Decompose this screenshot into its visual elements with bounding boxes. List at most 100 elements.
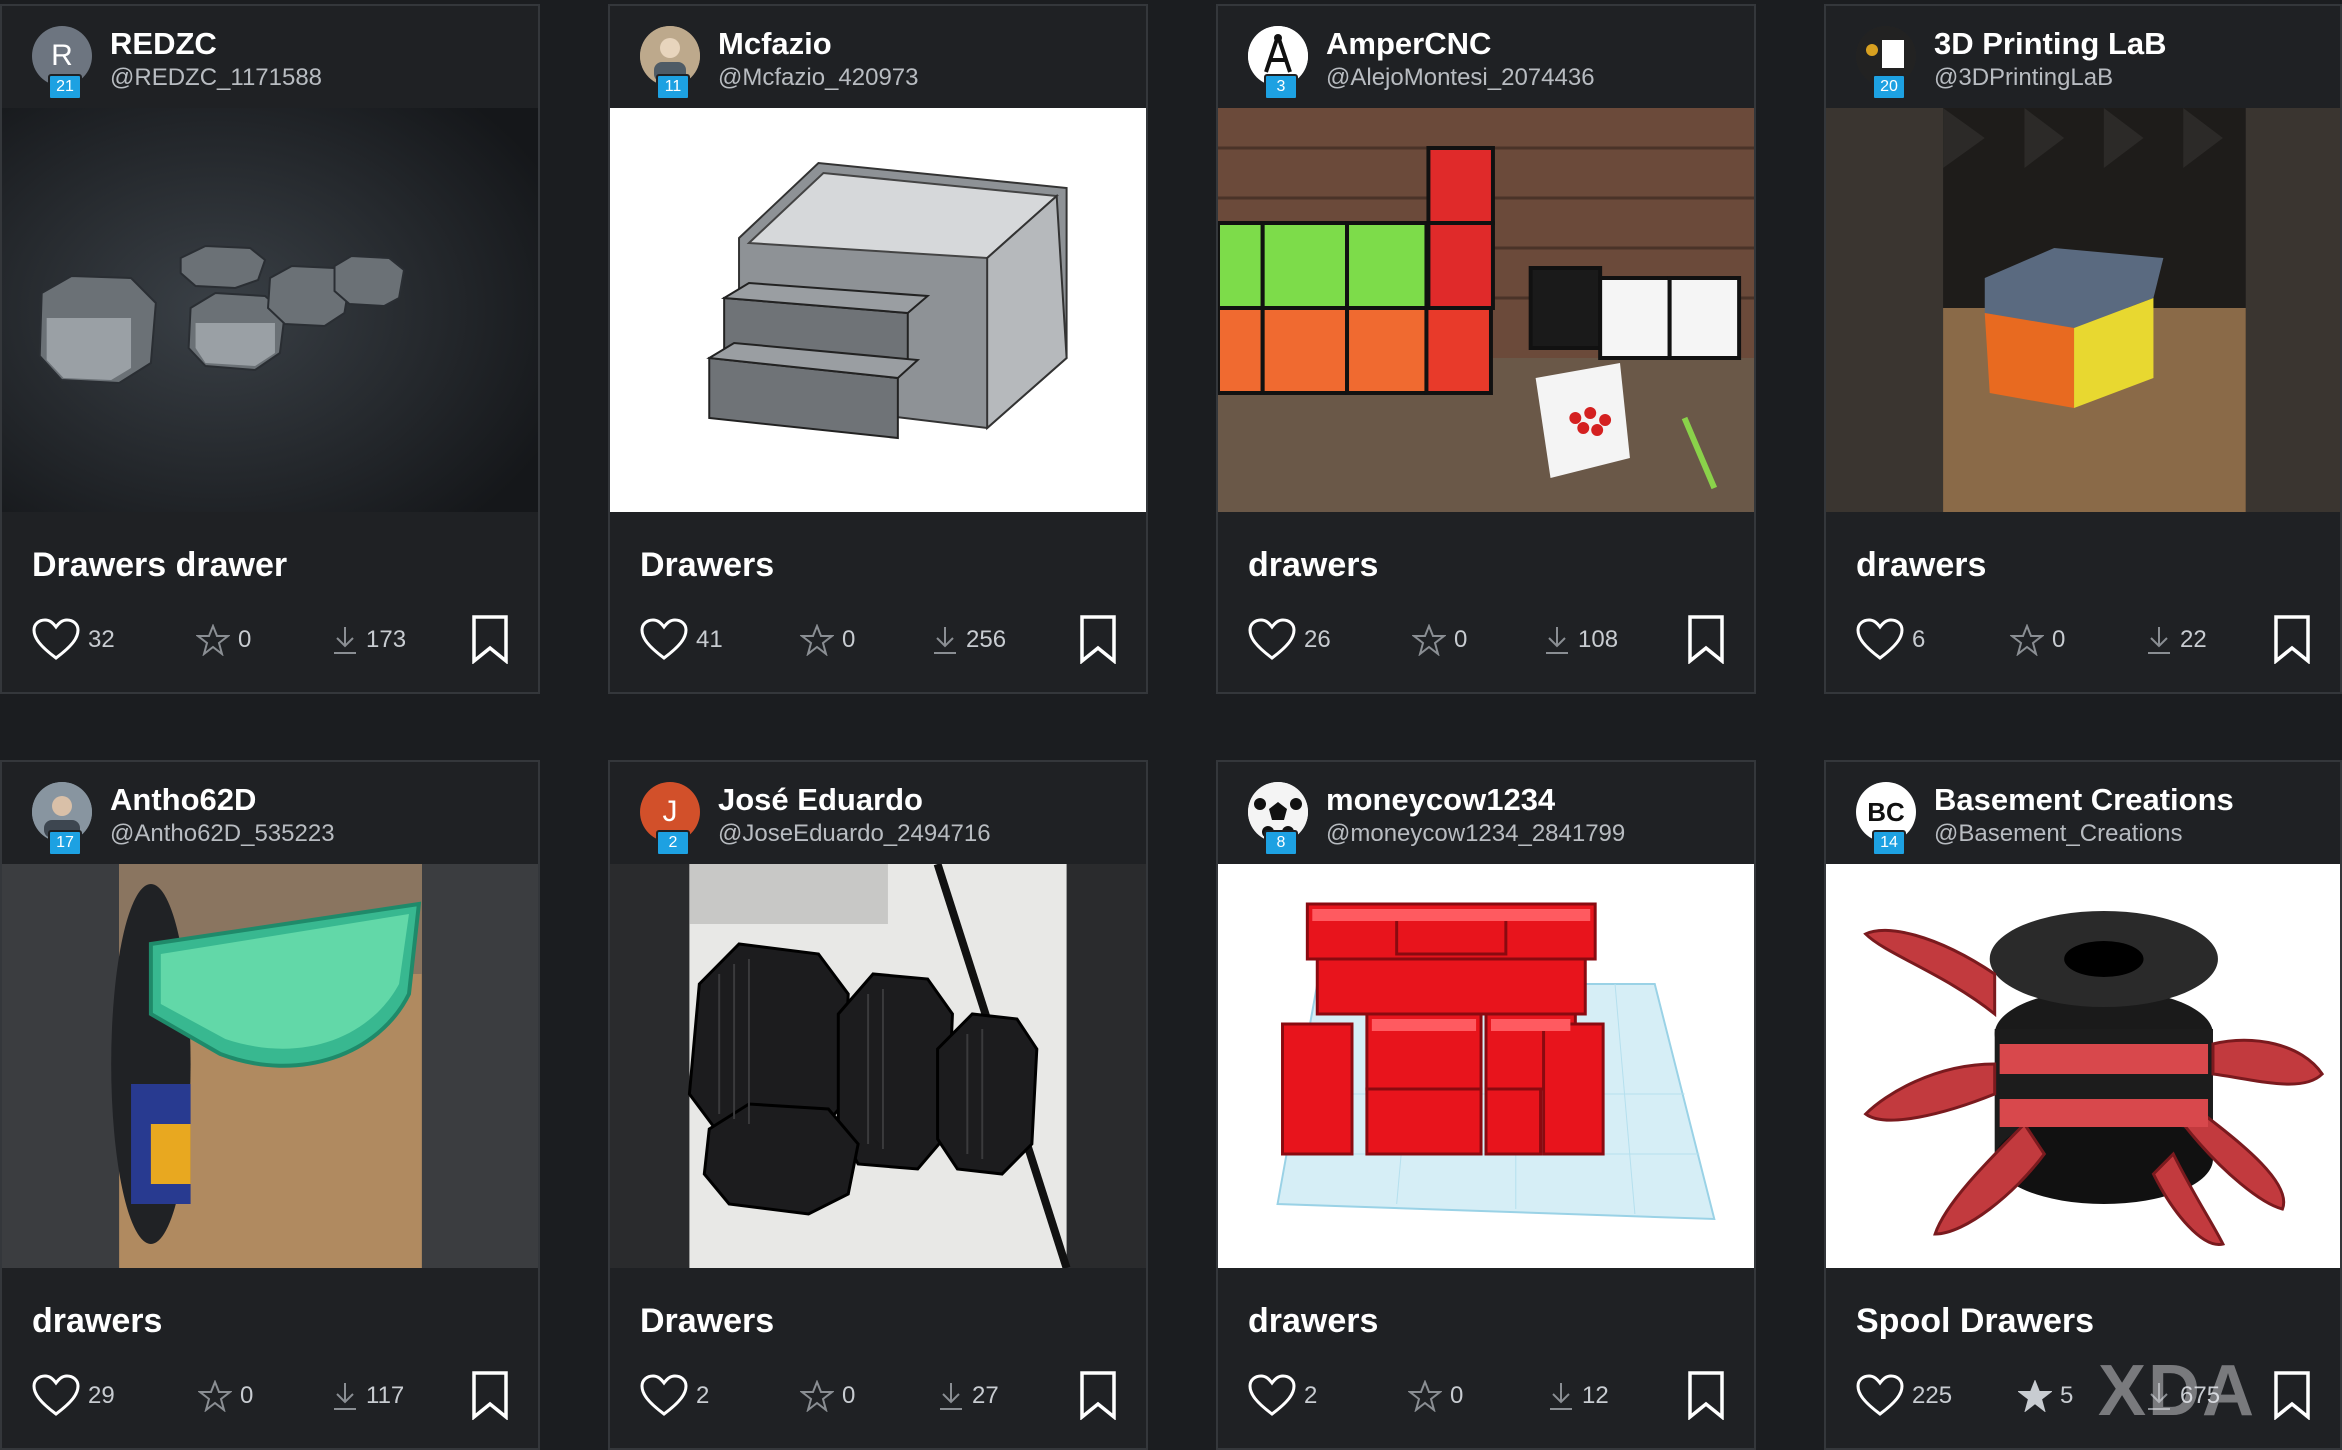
like-button[interactable]: 32: [32, 612, 115, 668]
like-button[interactable]: 6: [1856, 612, 1925, 668]
author-name[interactable]: moneycow1234: [1326, 782, 1555, 818]
star-icon: [2010, 624, 2044, 656]
download-count: 108: [1578, 626, 1619, 653]
model-image[interactable]: [1218, 864, 1754, 1268]
author-handle[interactable]: @JoseEduardo_2494716: [718, 820, 991, 848]
download-icon: [940, 1383, 962, 1410]
model-card[interactable]: J 2 José Eduardo @JoseEduardo_2494716 Dr…: [608, 760, 1148, 1450]
download-button[interactable]: 108: [1544, 612, 1618, 668]
download-icon: [334, 627, 356, 654]
author-name[interactable]: José Eduardo: [718, 782, 923, 818]
level-badge: 14: [1872, 830, 1906, 856]
like-button[interactable]: 29: [32, 1368, 115, 1424]
download-count: 27: [972, 1382, 999, 1409]
like-count: 32: [88, 626, 115, 653]
model-image[interactable]: [610, 864, 1146, 1268]
card-header: 20 3D Printing LaB @3DPrintingLaB: [1826, 6, 2340, 108]
model-card[interactable]: R 21 REDZC @REDZC_1171588 Drawers drawer: [0, 4, 540, 694]
author-name[interactable]: Basement Creations: [1934, 782, 2234, 818]
model-image[interactable]: [1826, 108, 2340, 512]
model-image[interactable]: [2, 864, 538, 1268]
bookmark-icon[interactable]: [2272, 1370, 2312, 1420]
model-card[interactable]: 11 Mcfazio @Mcfazio_420973 Drawers 41 0 …: [608, 4, 1148, 694]
star-button[interactable]: 0: [2010, 612, 2065, 668]
star-count: 0: [842, 1382, 856, 1409]
download-button[interactable]: 117: [332, 1368, 404, 1424]
download-count: 256: [966, 626, 1007, 653]
stats-row: 26 0 108: [1248, 612, 1730, 668]
author-handle[interactable]: @Mcfazio_420973: [718, 64, 918, 92]
model-card[interactable]: 20 3D Printing LaB @3DPrintingLaB drawer…: [1824, 4, 2342, 694]
author-name[interactable]: Mcfazio: [718, 26, 832, 62]
model-image[interactable]: [1826, 864, 2340, 1268]
level-badge: 21: [48, 74, 82, 100]
download-button[interactable]: 27: [938, 1368, 999, 1424]
card-header: BC 14 Basement Creations @Basement_Creat…: [1826, 762, 2340, 864]
download-count: 173: [366, 626, 407, 653]
model-title[interactable]: drawers: [1856, 546, 1986, 585]
stats-row: 32 0 173: [32, 612, 514, 668]
bookmark-icon[interactable]: [2272, 614, 2312, 664]
like-button[interactable]: 2: [640, 1368, 709, 1424]
model-title[interactable]: Drawers: [640, 546, 774, 585]
like-button[interactable]: 26: [1248, 612, 1331, 668]
card-header: 8 moneycow1234 @moneycow1234_2841799: [1218, 762, 1754, 864]
model-card[interactable]: 8 moneycow1234 @moneycow1234_2841799 dra…: [1216, 760, 1756, 1450]
download-icon: [2148, 627, 2170, 654]
like-count: 2: [696, 1382, 710, 1409]
bookmark-icon[interactable]: [1686, 1370, 1726, 1420]
model-card[interactable]: BC 14 Basement Creations @Basement_Creat…: [1824, 760, 2342, 1450]
level-badge: 8: [1264, 830, 1298, 856]
model-image[interactable]: [610, 108, 1146, 512]
model-image[interactable]: [2, 108, 538, 512]
bookmark-icon[interactable]: [1686, 614, 1726, 664]
model-title[interactable]: drawers: [1248, 546, 1378, 585]
star-button[interactable]: 0: [1412, 612, 1467, 668]
author-handle[interactable]: @AlejoMontesi_2074436: [1326, 64, 1595, 92]
author-handle[interactable]: @moneycow1234_2841799: [1326, 820, 1625, 848]
star-button[interactable]: 0: [800, 1368, 855, 1424]
model-title[interactable]: drawers: [1248, 1302, 1378, 1341]
model-image[interactable]: [1218, 108, 1754, 512]
author-handle[interactable]: @Basement_Creations: [1934, 820, 2182, 848]
bookmark-icon[interactable]: [470, 614, 510, 664]
download-button[interactable]: 12: [1548, 1368, 1609, 1424]
author-handle[interactable]: @Antho62D_535223: [110, 820, 335, 848]
star-button[interactable]: 0: [198, 1368, 253, 1424]
model-title[interactable]: Spool Drawers: [1856, 1302, 2094, 1341]
model-card[interactable]: 17 Antho62D @Antho62D_535223 drawers 29 …: [0, 760, 540, 1450]
download-count: 117: [366, 1382, 405, 1409]
author-name[interactable]: Antho62D: [110, 782, 256, 818]
stats-row: 2 0 12: [1248, 1368, 1730, 1424]
download-button[interactable]: 22: [2146, 612, 2207, 668]
star-count: 0: [1450, 1382, 1464, 1409]
author-name[interactable]: REDZC: [110, 26, 217, 62]
level-badge: 2: [656, 830, 690, 856]
download-button[interactable]: 256: [932, 612, 1006, 668]
level-badge: 20: [1872, 74, 1906, 100]
like-button[interactable]: 225: [1856, 1368, 1952, 1424]
star-button[interactable]: 5: [2018, 1368, 2073, 1424]
star-button[interactable]: 0: [1408, 1368, 1463, 1424]
model-card[interactable]: 3 AmperCNC @AlejoMontesi_2074436 drawers…: [1216, 4, 1756, 694]
download-button[interactable]: 173: [332, 612, 406, 668]
author-name[interactable]: AmperCNC: [1326, 26, 1491, 62]
author-name[interactable]: 3D Printing LaB: [1934, 26, 2167, 62]
model-title[interactable]: drawers: [32, 1302, 162, 1341]
bookmark-icon[interactable]: [1078, 1370, 1118, 1420]
like-button[interactable]: 2: [1248, 1368, 1317, 1424]
bookmark-icon[interactable]: [1078, 614, 1118, 664]
model-title[interactable]: Drawers drawer: [32, 546, 287, 585]
card-header: 17 Antho62D @Antho62D_535223: [2, 762, 538, 864]
stats-row: 41 0 256: [640, 612, 1122, 668]
star-button[interactable]: 0: [800, 612, 855, 668]
level-badge: 17: [48, 830, 82, 856]
star-button[interactable]: 0: [196, 612, 251, 668]
model-title[interactable]: Drawers: [640, 1302, 774, 1341]
bookmark-icon[interactable]: [470, 1370, 510, 1420]
author-handle[interactable]: @3DPrintingLaB: [1934, 64, 2113, 92]
like-count: 29: [88, 1382, 115, 1409]
author-handle[interactable]: @REDZC_1171588: [110, 64, 322, 92]
star-count: 0: [842, 626, 856, 653]
like-button[interactable]: 41: [640, 612, 723, 668]
